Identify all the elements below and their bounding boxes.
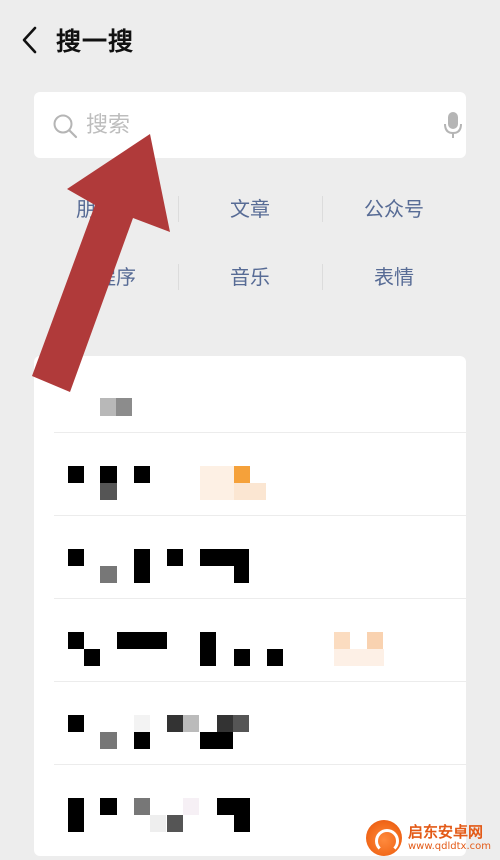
redacted-block	[200, 466, 234, 500]
redacted-block	[183, 715, 199, 732]
redacted-block	[334, 649, 384, 666]
watermark-text: 启东安卓网 www.qdldtx.com	[408, 823, 491, 853]
back-button[interactable]	[14, 22, 44, 58]
redacted-block	[100, 483, 117, 500]
redacted-block	[367, 632, 383, 649]
redacted-block	[100, 566, 117, 583]
chevron-left-icon	[22, 26, 37, 54]
redacted-block	[100, 798, 117, 815]
category-music[interactable]: 音乐	[178, 262, 322, 292]
redacted-block	[134, 466, 150, 483]
list-item[interactable]	[34, 682, 466, 764]
redacted-block	[267, 649, 283, 666]
redacted-block	[183, 798, 199, 815]
redacted-block	[134, 732, 150, 749]
redacted-block	[217, 798, 250, 815]
redacted-block	[100, 732, 117, 749]
redacted-block	[200, 732, 233, 749]
redacted-block	[167, 815, 183, 832]
list-item[interactable]	[34, 433, 466, 515]
watermark-url: www.qdldtx.com	[408, 841, 491, 852]
redacted-block	[234, 566, 249, 583]
category-row: 小程序 音乐 表情	[34, 243, 466, 311]
redacted-block	[167, 549, 183, 566]
redacted-block	[116, 398, 132, 416]
redacted-block	[234, 483, 266, 500]
redacted-block	[117, 632, 167, 649]
redacted-block	[134, 715, 150, 732]
list-item[interactable]	[34, 516, 466, 598]
category-official-accounts[interactable]: 公众号	[322, 194, 466, 224]
category-row: 朋友圈 文章 公众号	[34, 175, 466, 243]
category-articles[interactable]: 文章	[178, 194, 322, 224]
watermark-name: 启东安卓网	[408, 823, 484, 841]
redacted-block	[200, 549, 249, 566]
redacted-block	[233, 715, 249, 732]
redacted-block	[68, 466, 84, 483]
redacted-block	[217, 715, 233, 732]
redacted-block	[100, 466, 117, 483]
redacted-block	[167, 715, 183, 732]
top-bar: 搜一搜	[0, 0, 500, 78]
redacted-block	[150, 815, 166, 832]
list-item[interactable]	[34, 599, 466, 681]
redacted-block	[68, 715, 84, 732]
search-icon	[53, 114, 78, 139]
redacted-block	[134, 549, 150, 583]
redacted-block	[100, 398, 116, 416]
redacted-block	[134, 798, 150, 815]
redacted-block	[200, 632, 216, 666]
redacted-block	[234, 649, 250, 666]
redacted-block	[234, 466, 250, 483]
category-stickers[interactable]: 表情	[322, 262, 466, 292]
category-mini-programs[interactable]: 小程序	[34, 262, 178, 292]
redacted-block	[68, 798, 84, 832]
search-bar[interactable]	[34, 92, 466, 158]
microphone-icon[interactable]	[442, 110, 464, 140]
search-category-grid: 朋友圈 文章 公众号 小程序 音乐 表情	[34, 175, 466, 311]
category-moments[interactable]: 朋友圈	[34, 194, 178, 224]
watermark: 启东安卓网 www.qdldtx.com	[366, 818, 500, 858]
redacted-block	[68, 549, 84, 566]
search-input[interactable]	[86, 108, 386, 142]
search-history-panel	[34, 356, 466, 856]
page-title: 搜一搜	[56, 27, 135, 56]
panel-header	[34, 356, 466, 432]
qidong-logo-icon	[366, 820, 402, 856]
redacted-block	[334, 632, 350, 649]
redacted-block	[234, 815, 250, 832]
redacted-block	[84, 649, 100, 666]
redacted-block	[68, 632, 84, 649]
